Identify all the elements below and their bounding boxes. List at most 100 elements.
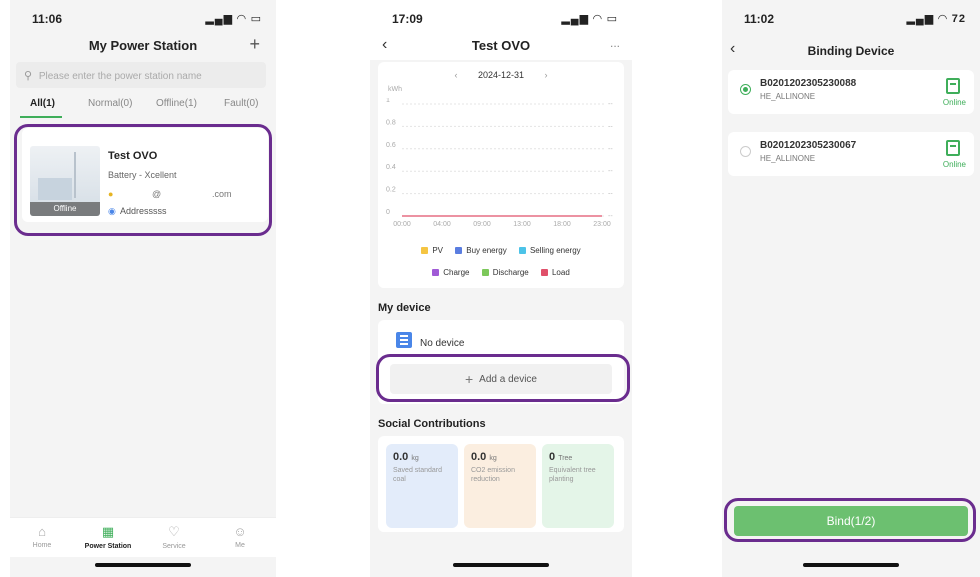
device-model: HE_ALLINONE: [760, 154, 816, 163]
signal-wifi-battery-icon: ▂▄▆ ◠ 72: [906, 13, 966, 25]
legend-swatch: [421, 247, 429, 254]
home-indicator: [803, 563, 899, 567]
search-input[interactable]: ⚲ Please enter the power station name: [16, 62, 266, 88]
bind-button[interactable]: Bind(1/2): [734, 506, 968, 536]
email-domain: .com: [212, 189, 232, 199]
co2-reduction-box: 0.0 kg CO2 emission reduction: [464, 444, 536, 528]
more-icon[interactable]: ...: [610, 36, 620, 50]
legend-swatch: [455, 247, 463, 254]
signal-wifi-battery-icon: ▂▄▆ ◠ ▭: [205, 13, 262, 25]
coal-unit: kg: [411, 455, 419, 462]
station-card[interactable]: Offline Test OVO Battery - Xcellent ● @ …: [22, 128, 268, 222]
device-model: HE_ALLINONE: [760, 92, 816, 101]
nav-power-station[interactable]: ▦ Power Station: [78, 524, 138, 550]
add-device-label: Add a device: [479, 374, 537, 385]
online-status: Online: [942, 160, 966, 169]
legend-swatch: [518, 247, 526, 254]
y-tick-label: 0.2: [386, 187, 396, 194]
device-serial: B0201202305230067: [760, 140, 857, 151]
legend-row-2: Charge Discharge Load: [378, 268, 624, 277]
y-tick-dash: --: [608, 213, 613, 220]
legend-item[interactable]: Charge: [432, 268, 469, 277]
nav-service[interactable]: ♡ Service: [144, 524, 204, 550]
equipment-box: [38, 178, 72, 200]
co2-value: 0.0: [471, 451, 487, 463]
location-icon: ◉: [108, 206, 116, 216]
email-at: @: [152, 189, 162, 199]
tab-all[interactable]: All(1): [30, 98, 55, 109]
coal-saved-box: 0.0 kg Saved standard coal: [386, 444, 458, 528]
status-time: 11:02: [744, 12, 775, 26]
tab-normal[interactable]: Normal(0): [88, 98, 132, 109]
x-tick-label: 00:00: [393, 221, 411, 228]
x-tick-label: 09:00: [473, 221, 491, 228]
binding-device-screen: 11:02 ▂▄▆ ◠ 72 ‹ Binding Device B0201202…: [722, 0, 980, 577]
page-title: Binding Device: [807, 44, 895, 58]
home-indicator: [453, 563, 549, 567]
page-title: Test OVO: [471, 38, 531, 53]
station-detail-screen: 17:09 ▂▄▆ ◠ ▭ ‹ Test OVO ... ‹ 2024-12-3…: [370, 0, 632, 577]
status-bar: 17:09 ▂▄▆ ◠ ▭: [370, 12, 632, 28]
plus-icon[interactable]: +: [249, 34, 260, 55]
y-tick-dash: --: [608, 101, 613, 108]
inverter-icon: [946, 140, 960, 156]
offline-badge: Offline: [30, 202, 100, 216]
x-tick-label: 18:00: [553, 221, 571, 228]
power-station-list-screen: 11:06 ▂▄▆ ◠ ▭ My Power Station + ⚲ Pleas…: [10, 0, 276, 577]
tab-offline[interactable]: Offline(1): [156, 98, 197, 109]
device-option[interactable]: B0201202305230067 HE_ALLINONE Online: [728, 132, 974, 176]
next-date-icon[interactable]: ›: [545, 70, 548, 80]
y-axis-unit: kWh: [388, 86, 402, 93]
signal-wifi-battery-icon: ▂▄▆ ◠ ▭: [561, 13, 618, 25]
station-name: Test OVO: [108, 150, 158, 162]
radio-unselected[interactable]: [740, 146, 751, 157]
turbine-pole: [74, 152, 76, 198]
co2-unit: kg: [489, 455, 497, 462]
y-tick-dash: --: [608, 191, 613, 198]
legend-label: Load: [551, 268, 570, 277]
co2-label: CO2 emission reduction: [471, 467, 515, 483]
coal-value: 0.0: [393, 451, 409, 463]
social-contributions-title: Social Contributions: [378, 418, 486, 430]
energy-chart: 0 -- 0.2 -- 0.4 -- 0.6 -- 0.8 -- 1 -- 00:00 04:00 09:0…: [386, 98, 613, 228]
legend-label: Selling energy: [529, 246, 581, 255]
device-serial: B0201202305230088: [760, 78, 857, 89]
legend-swatch: [432, 269, 440, 276]
date-label[interactable]: 2024-12-31: [478, 70, 524, 80]
status-bar: 11:06 ▂▄▆ ◠ ▭: [10, 12, 276, 28]
tree-unit: Tree: [558, 455, 573, 462]
legend-item[interactable]: PV: [421, 246, 443, 255]
user-icon: ☺: [233, 524, 247, 539]
status-time: 11:06: [32, 12, 63, 26]
tab-fault[interactable]: Fault(0): [224, 98, 258, 109]
user-icon: ●: [108, 189, 114, 199]
status-bar: 11:02 ▂▄▆ ◠ 72: [722, 12, 980, 28]
online-status: Online: [942, 98, 966, 107]
y-tick-label: 0.8: [386, 119, 396, 126]
legend-swatch: [540, 269, 548, 276]
legend-label: Discharge: [492, 268, 529, 277]
legend-item[interactable]: Buy energy: [455, 246, 507, 255]
legend-label: PV: [432, 246, 444, 255]
plus-icon: +: [464, 371, 474, 387]
no-device-text: No device: [420, 338, 465, 349]
battery-level: 72: [951, 13, 966, 25]
station-type: Battery - Xcellent: [108, 170, 177, 180]
nav-home[interactable]: ⌂ Home: [12, 524, 72, 549]
coal-label: Saved standard coal: [393, 467, 443, 483]
legend-item[interactable]: Load: [540, 268, 570, 277]
inverter-icon: [946, 78, 960, 94]
social-contributions-card: 0.0 kg Saved standard coal 0.0 kg CO2 em…: [378, 436, 624, 532]
device-option[interactable]: B0201202305230088 HE_ALLINONE Online: [728, 70, 974, 114]
legend-item[interactable]: Selling energy: [518, 246, 581, 255]
add-device-button[interactable]: + Add a device: [390, 364, 612, 394]
radio-selected[interactable]: [740, 84, 751, 95]
x-tick-label: 23:00: [593, 221, 611, 228]
nav-me[interactable]: ☺ Me: [210, 524, 270, 549]
y-tick-dash: --: [608, 168, 613, 175]
device-icon: [396, 332, 412, 348]
legend-item[interactable]: Discharge: [481, 268, 529, 277]
header: 17:09 ▂▄▆ ◠ ▭ ‹ Test OVO ...: [370, 0, 632, 60]
legend-label: Buy energy: [466, 246, 507, 255]
prev-date-icon[interactable]: ‹: [454, 70, 457, 80]
